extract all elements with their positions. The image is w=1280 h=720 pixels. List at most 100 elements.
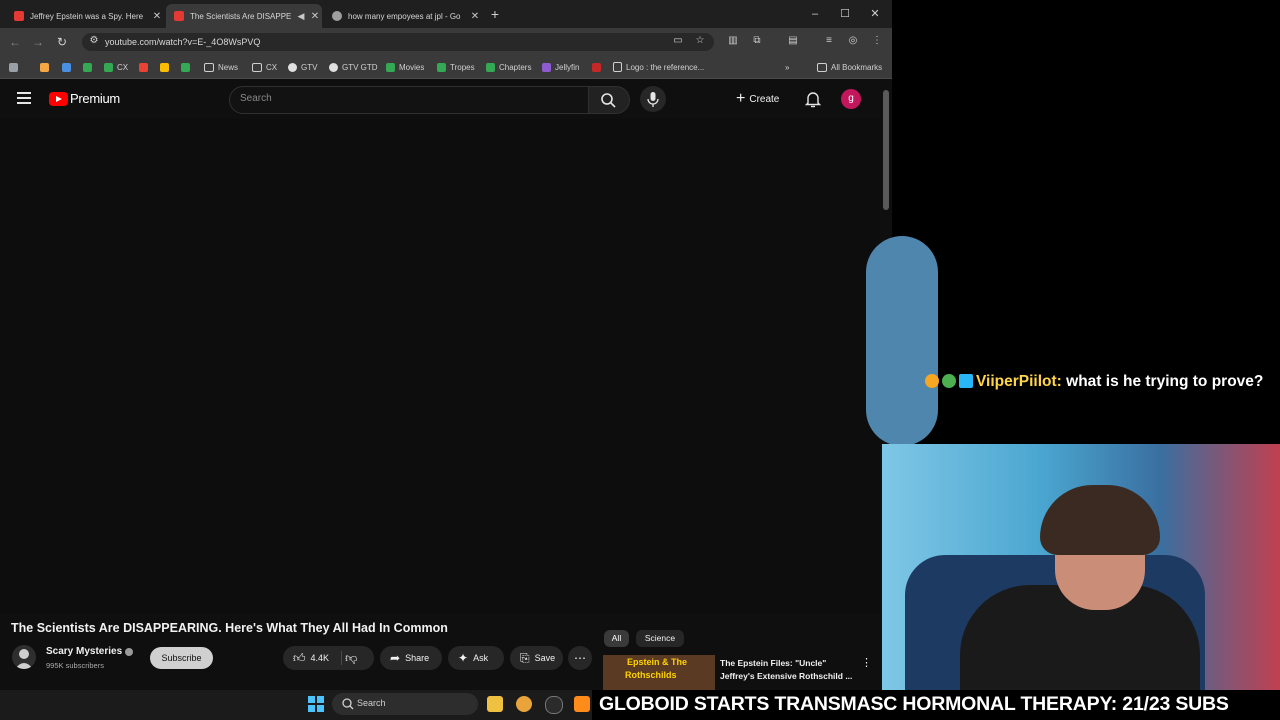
bookmark-icon-3[interactable] [83,61,96,73]
bookmark-icon-red[interactable] [592,61,605,73]
sparkle-icon: ✦ [458,651,469,665]
tab-epstein-spy[interactable]: Jeffrey Epstein was a Spy. Here ✕ [6,4,164,28]
more-actions-icon[interactable]: ⋯ [568,646,592,670]
thumbnail-text-line1: Epstein & The [627,657,688,667]
like-count[interactable]: 4.4K [311,653,330,663]
thumbs-down-icon[interactable]: 👎︎ [345,651,357,666]
bookmark-movies[interactable]: Movies [386,61,424,73]
bookmark-icon-phone[interactable] [181,61,194,73]
media-controls-icon[interactable]: ≡ [823,35,835,47]
bookmark-logo-reference[interactable]: Logo : the reference... [613,61,704,73]
minimize-icon[interactable]: – [804,6,826,22]
bookmark-icon-keep[interactable] [160,61,173,73]
search-button[interactable] [588,86,630,114]
plus-icon: + [736,90,746,107]
bookmark-jellyfin[interactable]: Jellyfin [542,61,579,73]
close-window-icon[interactable]: ✕ [864,6,886,22]
recommendation-title[interactable]: The Epstein Files: "Uncle" [720,658,826,668]
recommendation-title-cont[interactable]: Jeffrey's Extensive Rothschild ... [720,671,852,681]
all-bookmarks-label: All Bookmarks [831,62,883,72]
bookmark-icon-1[interactable] [40,61,53,73]
menu-dots-icon[interactable]: ⋮ [871,35,883,47]
bookmark-cx[interactable]: CX [104,61,128,73]
new-tab-plus-icon[interactable]: + [484,6,506,22]
bookmark-folder-news[interactable]: News [204,61,238,73]
share-button[interactable]: ➦ Share [380,646,442,670]
bookmark-label: Tropes [450,62,475,72]
search-input[interactable] [229,86,590,114]
search-icon [601,93,616,108]
puzzle-extensions-icon[interactable]: ⧉ [751,35,763,47]
like-divider [341,651,342,665]
bookmark-tropes[interactable]: Tropes [437,61,475,73]
ask-label: Ask [473,653,489,663]
all-bookmarks-folder[interactable]: All Bookmarks [817,61,882,73]
save-button[interactable]: ⎘ Save [510,646,563,670]
taskbar-search[interactable] [332,693,478,715]
close-tab-icon[interactable]: ✕ [468,11,482,22]
video-player[interactable] [0,119,880,613]
forward-arrow-icon[interactable]: → [30,34,46,50]
create-button[interactable]: + Create [736,89,779,109]
app-icon-3[interactable] [545,696,563,714]
thumbs-up-icon[interactable]: 👍︎ [293,651,306,666]
chip-all[interactable]: All [604,630,629,647]
bookmark-label: CX [117,62,129,72]
windows-start-icon[interactable] [308,696,324,712]
bookmark-label: Jellyfin [555,62,580,72]
bookmark-gtv-gtd[interactable]: GTV GTD [329,61,378,73]
bookmark-star-icon[interactable]: ☆ [694,35,706,47]
sidebar-icon[interactable]: ▤ [787,35,799,47]
search-icon [342,698,354,710]
tab-google-search[interactable]: how many empoyees at jpl - Go ✕ [324,4,482,28]
channel-name[interactable]: Scary Mysteries [46,646,122,657]
recommendation-thumbnail[interactable]: Epstein & The Rothschilds [603,655,715,690]
tab-title: Jeffrey Epstein was a Spy. Here [30,11,144,21]
chip-science[interactable]: Science [636,630,684,647]
bookmarks-overflow-icon[interactable]: » [785,61,789,73]
save-label: Save [534,653,556,663]
scrollbar-thumb[interactable] [883,90,889,210]
notifications-bell-icon[interactable] [804,89,822,109]
verified-badge-icon [125,648,133,656]
youtube-logo-icon[interactable] [49,92,68,106]
file-explorer-icon[interactable] [487,696,503,712]
voice-search-button[interactable] [640,86,666,112]
app-icon-2[interactable] [516,696,532,712]
thumbnail-text-line2: Rothschilds [625,670,677,680]
bookmark-label: GTV [301,62,318,72]
cast-icon[interactable]: ▭ [672,35,684,47]
hamburger-menu-icon[interactable] [17,92,31,104]
close-tab-icon[interactable]: ✕ [150,11,164,22]
site-info-icon[interactable]: ⚙ [88,35,100,47]
search-placeholder: Search [240,93,272,104]
bookmark-icon-2[interactable] [62,61,75,73]
youtube-favicon-icon [14,11,24,21]
channel-avatar[interactable] [12,645,36,669]
bookmark-chapters[interactable]: Chapters [486,61,531,73]
speaker-icon[interactable]: ◀ [294,11,308,22]
taskbar-search-label: Search [357,698,386,708]
vlc-icon[interactable] [574,696,590,712]
bookmark-label: Movies [399,62,425,72]
url-text[interactable]: youtube.com/watch?v=E-_4O8WsPVQ [105,37,260,47]
apps-grid-icon[interactable] [9,61,22,73]
account-avatar[interactable]: g [841,89,861,109]
bookmark-gtv[interactable]: GTV [288,61,317,73]
back-arrow-icon[interactable]: ← [7,34,23,50]
bookmark-folder-cx[interactable]: CX [252,61,277,73]
subscribe-button[interactable]: Subscribe [150,647,213,669]
ask-button[interactable]: ✦ Ask [448,646,504,670]
share-label: Share [405,653,430,663]
profile-icon[interactable]: ◎ [847,35,859,47]
recommendation-menu-icon[interactable]: ⋮ [861,656,872,669]
bookmark-label: Chapters [499,62,532,72]
bookmark-icon-gmail[interactable] [139,61,152,73]
maximize-icon[interactable]: ☐ [834,6,856,22]
extension-icon[interactable]: ▥ [727,35,739,47]
close-tab-icon[interactable]: ✕ [308,11,322,22]
youtube-premium-label[interactable]: Premium [70,91,120,106]
tab-scientists-disappearing[interactable]: The Scientists Are DISAPPE ◀ ✕ [166,4,322,28]
create-label: Create [749,93,780,105]
reload-icon[interactable]: ↻ [54,34,70,50]
